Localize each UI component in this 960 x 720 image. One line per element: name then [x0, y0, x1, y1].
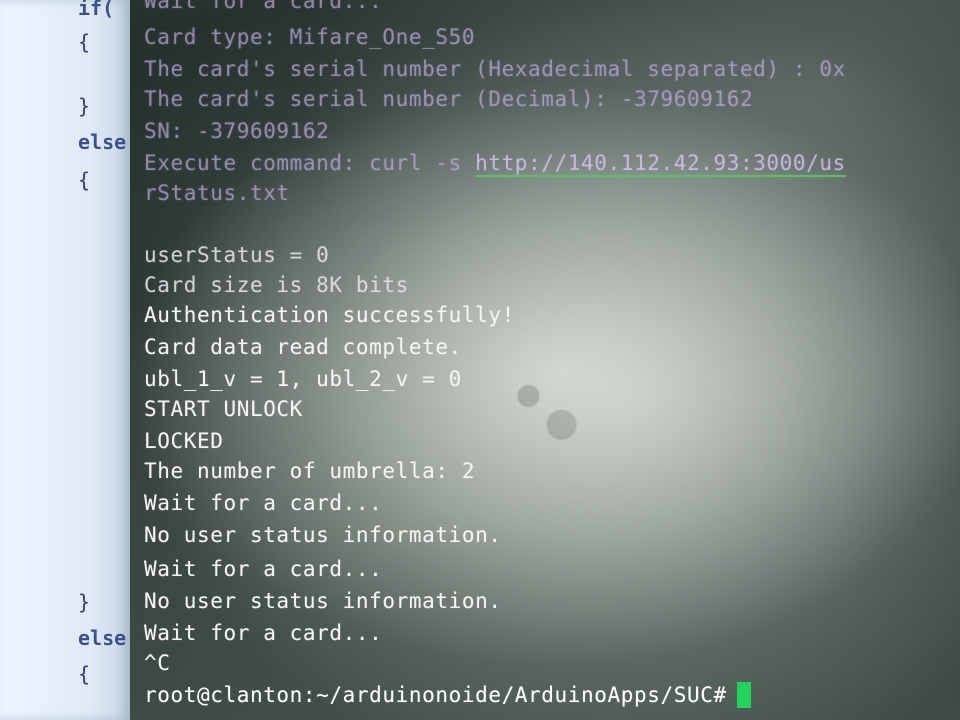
editor-line: else	[78, 626, 127, 650]
photo-of-monitor: if( { } else { } else { Wait for a card.…	[0, 0, 960, 720]
prompt-line[interactable]: root@clanton:~/arduinonoide/ArduinoApps/…	[144, 682, 751, 708]
terminal-line: Card type: Mifare_One_S50	[144, 25, 476, 49]
terminal-line: No user status information.	[144, 589, 502, 613]
code-editor-pane: if( { } else { } else {	[0, 0, 130, 720]
terminal-line: Execute command: curl -s http://140.112.…	[144, 150, 846, 176]
terminal-line: START UNLOCK	[144, 397, 303, 421]
editor-line: {	[78, 30, 91, 54]
editor-line: {	[78, 662, 91, 686]
editor-line: }	[78, 94, 91, 118]
terminal-line: ^C	[144, 651, 171, 675]
terminal-window[interactable]: Wait for a card... Card type: Mifare_One…	[130, 0, 960, 720]
terminal-line: Wait for a card...	[144, 0, 383, 13]
editor-line: if(	[78, 0, 115, 20]
terminal-line: rStatus.txt	[144, 181, 290, 205]
terminal-line: The number of umbrella: 2	[144, 459, 476, 483]
terminal-line: ubl_1_v = 1, ubl_2_v = 0	[144, 367, 462, 391]
editor-line: else	[78, 130, 127, 154]
terminal-line: Authentication successfully!	[144, 303, 515, 327]
shell-prompt: root@clanton:~/arduinonoide/ArduinoApps/…	[144, 683, 727, 707]
terminal-line: Wait for a card...	[144, 557, 383, 581]
terminal-line: The card's serial number (Decimal): -379…	[144, 87, 754, 111]
command-text: Execute command: curl -s	[144, 151, 476, 175]
terminal-line: LOCKED	[144, 429, 224, 453]
editor-line: {	[78, 168, 91, 192]
terminal-line: Wait for a card...	[144, 621, 383, 645]
terminal-line: Wait for a card...	[144, 491, 383, 515]
editor-line: }	[78, 590, 91, 614]
terminal-line: Card size is 8K bits	[144, 273, 409, 297]
terminal-line: Card data read complete.	[144, 335, 462, 359]
terminal-line: userStatus = 0	[144, 243, 330, 267]
terminal-line: The card's serial number (Hexadecimal se…	[144, 57, 846, 81]
terminal-line: No user status information.	[144, 523, 502, 547]
text-cursor	[736, 682, 751, 708]
request-url-link[interactable]: http://140.112.42.93:3000/us	[475, 151, 846, 175]
terminal-line: SN: -379609162	[144, 119, 330, 143]
